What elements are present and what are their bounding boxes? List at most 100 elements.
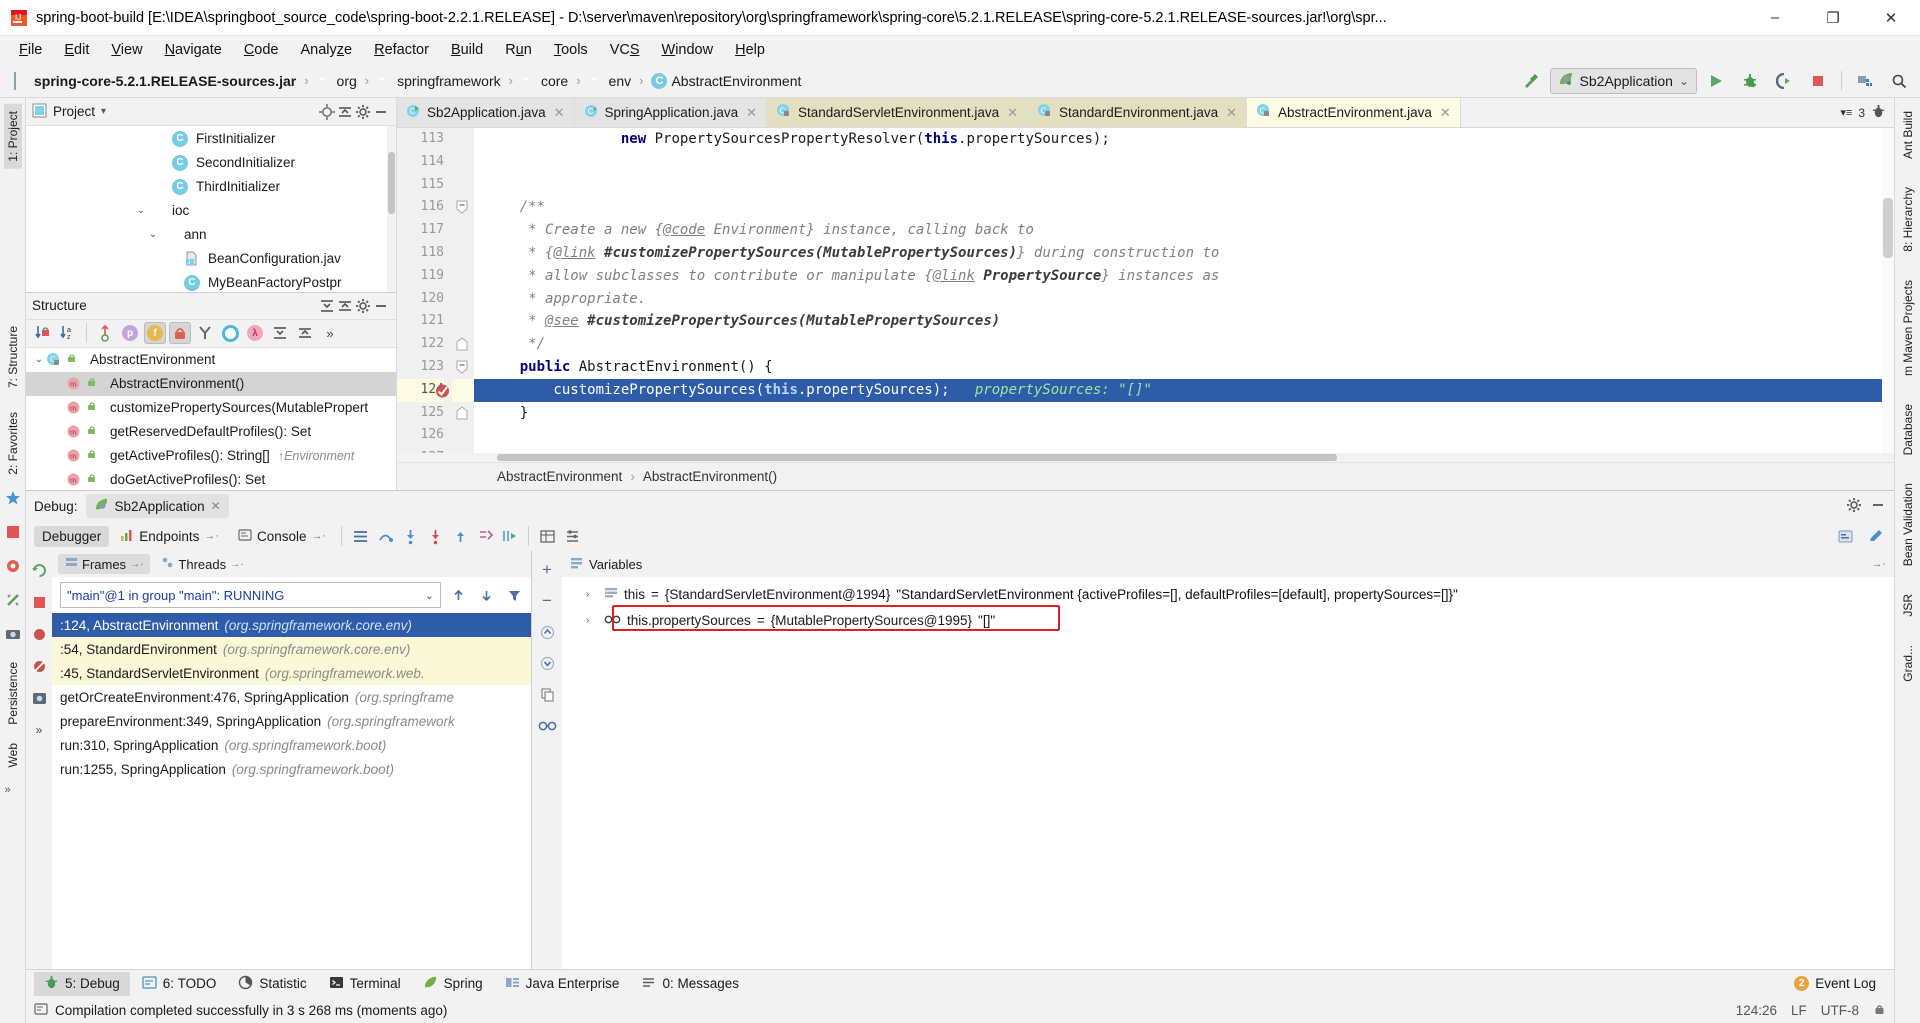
more-icon[interactable]: » xyxy=(319,322,341,344)
code-line[interactable]: */ xyxy=(474,333,1894,356)
sidebar-item-project[interactable]: 1: Project xyxy=(3,104,22,169)
sidebar-item-favorites[interactable]: 2: Favorites xyxy=(4,405,22,482)
tab-frames[interactable]: Frames →· xyxy=(58,554,151,574)
code-line[interactable] xyxy=(474,151,1894,174)
settings-icon[interactable] xyxy=(28,687,50,709)
editor-scrollbar-track[interactable] xyxy=(1882,128,1894,453)
close-icon[interactable]: ✕ xyxy=(1440,105,1451,121)
tree-expand-arrow[interactable]: ⌄ xyxy=(146,229,160,240)
persistence-icon[interactable] xyxy=(5,558,21,574)
line-separator[interactable]: LF xyxy=(1791,1003,1807,1018)
bottom-tab-javaenterprise[interactable]: Java Enterprise xyxy=(495,972,630,996)
camera-icon[interactable] xyxy=(5,626,21,642)
close-icon[interactable]: ✕ xyxy=(1007,105,1018,121)
stop-icon[interactable] xyxy=(28,591,50,613)
locate-target-icon[interactable] xyxy=(318,103,336,121)
stack-frame-row[interactable]: prepareEnvironment:349, SpringApplicatio… xyxy=(52,709,531,733)
collapse-all-icon[interactable] xyxy=(336,297,354,315)
tab-endpoints[interactable]: Endpoints →· xyxy=(112,525,227,548)
menu-item-navigate[interactable]: Navigate xyxy=(154,39,233,61)
mute-breakpoints-icon[interactable] xyxy=(28,623,50,645)
sidebar-item-ant-build[interactable]: Ant Build xyxy=(1899,104,1917,166)
editor-breadcrumb-item[interactable]: AbstractEnvironment xyxy=(497,469,622,484)
sort-alphabetically-icon[interactable]: az xyxy=(57,322,79,344)
fold-marker[interactable] xyxy=(452,265,474,288)
step-out-icon[interactable] xyxy=(449,525,471,547)
menu-item-edit[interactable]: Edit xyxy=(53,39,100,61)
fold-marker[interactable] xyxy=(452,219,474,242)
tree-expand-arrow[interactable]: ⌄ xyxy=(32,354,46,365)
breadcrumb-item-5[interactable]: C AbstractEnvironment xyxy=(649,71,803,91)
chevron-down-icon[interactable]: ⌄ xyxy=(1679,74,1689,88)
evaluate-icon[interactable] xyxy=(536,525,558,547)
fold-marker[interactable] xyxy=(452,128,474,151)
breadcrumb-item-3[interactable]: core xyxy=(519,71,570,91)
project-tree[interactable]: C FirstInitializer C SecondInitializer C Thir… xyxy=(26,126,396,292)
expand-arrow[interactable]: › xyxy=(586,615,598,626)
bottom-tab-terminal[interactable]: Terminal xyxy=(319,972,411,996)
build-hammer-icon[interactable] xyxy=(1516,68,1546,94)
code-editor[interactable]: 113 114 115 116 117 118 119 120 121 122 123 124 125 1… xyxy=(397,128,1894,453)
show-properties-icon[interactable]: p xyxy=(119,322,141,344)
hide-panel-icon[interactable] xyxy=(372,297,390,315)
variable-row[interactable]: › this = {StandardServletEnvironment@1994} "… xyxy=(562,581,1894,607)
settings-table-icon[interactable] xyxy=(561,525,583,547)
menu-item-tools[interactable]: Tools xyxy=(543,39,599,61)
code-line[interactable]: * @see #customizePropertySources(Mutable… xyxy=(474,310,1894,333)
stack-frame-row[interactable]: :54, StandardEnvironment (org.springframe… xyxy=(52,637,531,661)
maximize-button[interactable]: ❐ xyxy=(1804,0,1862,36)
gear-icon[interactable] xyxy=(354,103,372,121)
editor-tab-standardservletenvironment[interactable]: C StandardServletEnvironment.java ✕ xyxy=(767,98,1029,127)
caret-position[interactable]: 124:26 xyxy=(1736,1003,1777,1018)
debug-icon[interactable] xyxy=(1871,104,1886,122)
event-log-button[interactable]: 2 Event Log xyxy=(1784,973,1886,994)
chevron-down-icon[interactable]: ▾ xyxy=(101,106,106,117)
remove-icon[interactable]: − xyxy=(536,590,558,612)
tab-pin-icon[interactable]: →· xyxy=(130,559,143,570)
stack-frame-row[interactable]: :45, StandardServletEnvironment (org.spri… xyxy=(52,661,531,685)
editor-scrollbar-thumb[interactable] xyxy=(1883,198,1893,258)
stack-frame-row[interactable]: run:310, SpringApplication (org.springfra… xyxy=(52,733,531,757)
variables-list[interactable]: › this = {StandardServletEnvironment@1994} "… xyxy=(562,577,1894,969)
code-line[interactable]: /** xyxy=(474,196,1894,219)
fold-marker[interactable] xyxy=(452,174,474,197)
collapse-all-icon[interactable] xyxy=(294,322,316,344)
tab-list-icon[interactable]: ▾≡ xyxy=(1840,106,1852,119)
lock-icon[interactable] xyxy=(1873,1002,1886,1018)
bottom-tab-todo[interactable]: 6: TODO xyxy=(132,972,227,996)
tab-pin-icon[interactable]: →· xyxy=(1871,558,1886,570)
close-icon[interactable]: ✕ xyxy=(746,105,757,121)
fold-marker[interactable] xyxy=(452,402,474,425)
add-icon[interactable]: + xyxy=(536,559,558,581)
menu-item-help[interactable]: Help xyxy=(724,39,776,61)
menu-item-analyze[interactable]: Analyze xyxy=(290,39,364,61)
show-lambdas-icon[interactable]: λ xyxy=(244,322,266,344)
fold-marker[interactable] xyxy=(452,310,474,333)
layout-icon[interactable] xyxy=(349,525,371,547)
run-configuration-selector[interactable]: Sb2Application ⌄ xyxy=(1549,67,1697,94)
debug-icon[interactable] xyxy=(1735,68,1765,94)
star-icon[interactable] xyxy=(5,490,21,506)
code-line[interactable]: } xyxy=(474,402,1894,425)
group-by-icon[interactable] xyxy=(194,322,216,344)
code-line[interactable] xyxy=(474,424,1894,447)
structure-tree-node[interactable]: m getActiveProfiles(): String[] ↑Environme… xyxy=(26,444,396,468)
structure-tree-node[interactable]: m AbstractEnvironment() xyxy=(26,371,396,396)
project-tree-node[interactable]: ⌄ ioc xyxy=(26,198,396,222)
editor-tab-overflow[interactable]: ▾≡ 3 xyxy=(1832,98,1894,127)
tree-expand-arrow[interactable]: ⌄ xyxy=(134,205,148,216)
code-line[interactable] xyxy=(474,174,1894,197)
stop-square-icon[interactable] xyxy=(5,524,21,540)
sidebar-item-database[interactable]: Database xyxy=(1899,397,1917,462)
down-icon[interactable] xyxy=(536,652,558,674)
tab-threads[interactable]: Threads →· xyxy=(154,554,250,574)
show-inherited-icon[interactable] xyxy=(94,322,116,344)
search-icon[interactable] xyxy=(1884,68,1914,94)
menu-item-vcs[interactable]: VCS xyxy=(599,39,651,61)
expand-all-icon[interactable] xyxy=(269,322,291,344)
bottom-tab-debug[interactable]: 5: Debug xyxy=(34,971,130,996)
code-line[interactable]: * appropriate. xyxy=(474,288,1894,311)
tab-pin-icon[interactable]: →· xyxy=(204,530,219,542)
menu-item-file[interactable]: File xyxy=(8,39,53,61)
menu-item-window[interactable]: Window xyxy=(651,39,725,61)
